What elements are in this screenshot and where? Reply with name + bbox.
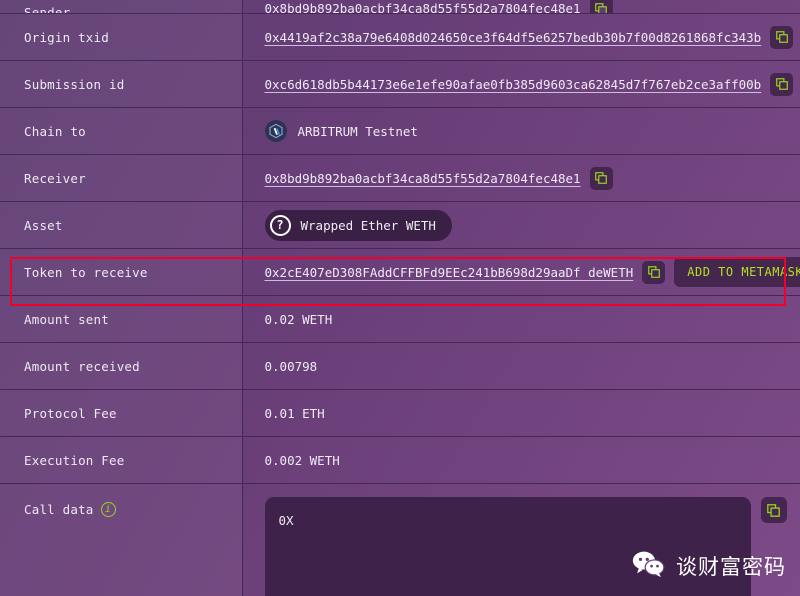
row-value-cell: [242, 484, 800, 596]
row-label: Protocol Fee: [24, 406, 117, 421]
table-row-amount-received: Amount received 0.00798: [0, 343, 800, 390]
row-value-cell: 0.00798: [242, 343, 800, 390]
table-row-sender: Sender 0x8bd9b892ba0acbf34ca8d55f55d2a78…: [0, 0, 800, 14]
row-value-cell: 0.002 WETH: [242, 437, 800, 484]
transaction-details-panel: Sender 0x8bd9b892ba0acbf34ca8d55f55d2a78…: [0, 0, 800, 596]
row-value-cell: 0x2cE407eD308FAddCFFBFd9EEc241bB698d29aa…: [242, 249, 800, 296]
row-label: Sender: [24, 5, 70, 13]
asset-badge: ? Wrapped Ether WETH: [265, 210, 452, 241]
row-label-cell: Origin txid: [0, 14, 242, 61]
amount-sent-value: 0.02 WETH: [265, 312, 333, 327]
row-label-cell: Execution Fee: [0, 437, 242, 484]
arbitrum-logo-icon: [265, 120, 287, 142]
row-label: Receiver: [24, 171, 86, 186]
row-label-cell: Amount received: [0, 343, 242, 390]
table-row-protocol-fee: Protocol Fee 0.01 ETH: [0, 390, 800, 437]
info-icon[interactable]: i: [101, 502, 116, 517]
row-label-cell: Chain to: [0, 108, 242, 155]
chain-name: ARBITRUM Testnet: [298, 124, 418, 139]
token-address-link[interactable]: 0x2cE407eD308FAddCFFBFd9EEc241bB698d29aa…: [265, 265, 634, 280]
submission-id-hash-link[interactable]: 0xc6d618db5b44173e6e1efe90afae0fb385d960…: [265, 77, 762, 92]
copy-icon-glyph: [648, 266, 660, 278]
row-label: Chain to: [24, 124, 86, 139]
row-label-cell: Call data i: [0, 484, 242, 596]
copy-icon-glyph: [767, 504, 780, 517]
row-label-cell: Submission id: [0, 61, 242, 108]
row-label: Call data: [24, 502, 94, 517]
table-row-asset: Asset ? Wrapped Ether WETH: [0, 202, 800, 249]
copy-icon-glyph: [776, 78, 788, 90]
table-row-chain-to: Chain to ARBITRUM Testnet: [0, 108, 800, 155]
add-to-metamask-button[interactable]: ADD TO METAMASK: [674, 257, 800, 287]
copy-icon[interactable]: [590, 167, 613, 190]
transaction-details-table: Sender 0x8bd9b892ba0acbf34ca8d55f55d2a78…: [0, 0, 800, 596]
protocol-fee-value: 0.01 ETH: [265, 406, 325, 421]
row-value-cell: 0x8bd9b892ba0acbf34ca8d55f55d2a7804fec48…: [242, 155, 800, 202]
table-row-call-data: Call data i: [0, 484, 800, 596]
row-value-cell: ARBITRUM Testnet: [242, 108, 800, 155]
table-row-token-to-receive: Token to receive 0x2cE407eD308FAddCFFBFd…: [0, 249, 800, 296]
amount-received-value: 0.00798: [265, 359, 318, 374]
table-row-execution-fee: Execution Fee 0.002 WETH: [0, 437, 800, 484]
row-label-cell: Receiver: [0, 155, 242, 202]
copy-icon[interactable]: [642, 261, 665, 284]
row-label: Execution Fee: [24, 453, 124, 468]
row-label: Asset: [24, 218, 63, 233]
copy-icon-glyph: [776, 31, 788, 43]
table-row-receiver: Receiver 0x8bd9b892ba0acbf34ca8d55f55d2a…: [0, 155, 800, 202]
row-value-cell: 0.01 ETH: [242, 390, 800, 437]
sender-hash-link[interactable]: 0x8bd9b892ba0acbf34ca8d55f55d2a7804fec48…: [265, 1, 581, 13]
row-label-cell: Sender: [0, 0, 242, 14]
question-mark-icon: ?: [270, 215, 291, 236]
row-label: Submission id: [24, 77, 124, 92]
row-label: Amount received: [24, 359, 140, 374]
row-label-cell: Token to receive: [0, 249, 242, 296]
row-label: Origin txid: [24, 30, 109, 45]
row-label: Token to receive: [24, 265, 148, 280]
arbitrum-logo-glyph: [268, 123, 284, 139]
table-row-amount-sent: Amount sent 0.02 WETH: [0, 296, 800, 343]
copy-icon[interactable]: [770, 73, 793, 96]
row-value-cell: 0x4419af2c38a79e6408d024650ce3f64df5e625…: [242, 14, 800, 61]
call-data-textarea[interactable]: [265, 497, 751, 596]
row-value-cell: 0x8bd9b892ba0acbf34ca8d55f55d2a7804fec48…: [242, 0, 800, 14]
origin-txid-hash-link[interactable]: 0x4419af2c38a79e6408d024650ce3f64df5e625…: [265, 30, 762, 45]
row-label-cell: Protocol Fee: [0, 390, 242, 437]
row-label: Amount sent: [24, 312, 109, 327]
copy-icon-glyph: [595, 172, 607, 184]
row-label-cell: Asset: [0, 202, 242, 249]
execution-fee-value: 0.002 WETH: [265, 453, 340, 468]
copy-icon[interactable]: [761, 497, 787, 523]
row-value-cell: ? Wrapped Ether WETH: [242, 202, 800, 249]
copy-icon[interactable]: [590, 0, 613, 13]
row-label-cell: Amount sent: [0, 296, 242, 343]
row-value-cell: 0.02 WETH: [242, 296, 800, 343]
copy-icon-glyph: [595, 3, 607, 14]
receiver-hash-link[interactable]: 0x8bd9b892ba0acbf34ca8d55f55d2a7804fec48…: [265, 171, 581, 186]
table-body: Sender 0x8bd9b892ba0acbf34ca8d55f55d2a78…: [0, 0, 800, 596]
table-row-submission-id: Submission id 0xc6d618db5b44173e6e1efe90…: [0, 61, 800, 108]
row-value-cell: 0xc6d618db5b44173e6e1efe90afae0fb385d960…: [242, 61, 800, 108]
table-row-origin-txid: Origin txid 0x4419af2c38a79e6408d024650c…: [0, 14, 800, 61]
copy-icon[interactable]: [770, 26, 793, 49]
asset-name: Wrapped Ether WETH: [301, 218, 436, 233]
